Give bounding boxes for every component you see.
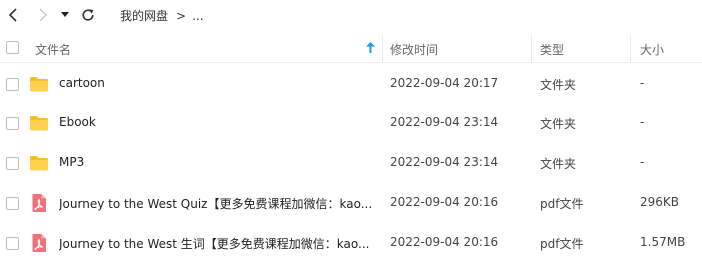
row-checkbox[interactable] (6, 237, 19, 250)
pdf-icon (29, 193, 49, 213)
file-size: 296KB (640, 195, 680, 209)
folder-icon (29, 113, 49, 133)
breadcrumb: 我的网盘 >... (120, 7, 204, 24)
header-name[interactable]: 文件名 (35, 41, 71, 58)
refresh-icon (82, 9, 94, 21)
column-divider[interactable] (531, 35, 532, 63)
file-row[interactable]: Journey to the West Quiz【更多免费课程加微信：kao..… (0, 184, 702, 223)
file-modified-time: 2022-09-04 23:14 (390, 155, 499, 169)
history-dropdown-button[interactable] (56, 4, 74, 26)
file-name[interactable]: MP3 (59, 155, 377, 169)
file-modified-time: 2022-09-04 20:16 (390, 235, 499, 249)
header-modified[interactable]: 修改时间 (390, 41, 438, 58)
file-size: - (640, 76, 645, 90)
file-name[interactable]: Journey to the West Quiz【更多免费课程加微信：kao..… (59, 195, 377, 212)
row-checkbox[interactable] (6, 78, 19, 91)
refresh-button[interactable] (77, 4, 99, 26)
breadcrumb-separator: > (176, 9, 187, 23)
file-type: pdf文件 (540, 237, 584, 251)
row-checkbox[interactable] (6, 157, 19, 170)
file-row[interactable]: cartoon 2022-09-04 20:17 文件夹 - (0, 65, 702, 104)
caret-down-icon (61, 12, 69, 17)
file-modified-time: 2022-09-04 20:17 (390, 76, 499, 90)
breadcrumb-root[interactable]: 我的网盘 (120, 7, 168, 24)
header-size[interactable]: 大小 (640, 41, 664, 58)
back-button[interactable] (2, 4, 24, 26)
file-name[interactable]: Journey to the West 生词【更多免费课程加微信：kao... (59, 235, 377, 252)
pdf-icon (29, 233, 49, 253)
file-name[interactable]: Ebook (59, 115, 377, 129)
folder-icon (29, 74, 49, 94)
column-divider[interactable] (382, 35, 383, 63)
file-size: 1.57MB (640, 235, 686, 249)
table-header: 文件名 修改时间 类型 大小 (0, 33, 702, 63)
header-type[interactable]: 类型 (540, 41, 564, 58)
file-modified-time: 2022-09-04 20:16 (390, 195, 499, 209)
row-checkbox[interactable] (6, 197, 19, 210)
file-type: 文件夹 (540, 117, 577, 131)
toolbar: 我的网盘 >... (0, 0, 702, 32)
file-size: - (640, 155, 645, 169)
column-divider[interactable] (630, 35, 631, 63)
file-row[interactable]: MP3 2022-09-04 23:14 文件夹 - (0, 144, 702, 183)
file-modified-time: 2022-09-04 23:14 (390, 115, 499, 129)
file-row[interactable]: Journey to the West 生词【更多免费课程加微信：kao... 2… (0, 224, 702, 263)
forward-button[interactable] (32, 4, 54, 26)
chevron-right-icon (39, 8, 47, 22)
chevron-left-icon (8, 8, 17, 22)
folder-icon (29, 153, 49, 173)
file-row[interactable]: Ebook 2022-09-04 23:14 文件夹 - (0, 104, 702, 143)
sort-ascending-icon[interactable] (366, 42, 375, 53)
file-name[interactable]: cartoon (59, 76, 377, 90)
file-type: 文件夹 (540, 157, 577, 171)
file-size: - (640, 115, 645, 129)
breadcrumb-more[interactable]: ... (192, 9, 203, 23)
row-checkbox[interactable] (6, 117, 19, 130)
file-type: pdf文件 (540, 197, 584, 211)
file-type: 文件夹 (540, 78, 577, 92)
select-all-checkbox[interactable] (6, 41, 19, 54)
